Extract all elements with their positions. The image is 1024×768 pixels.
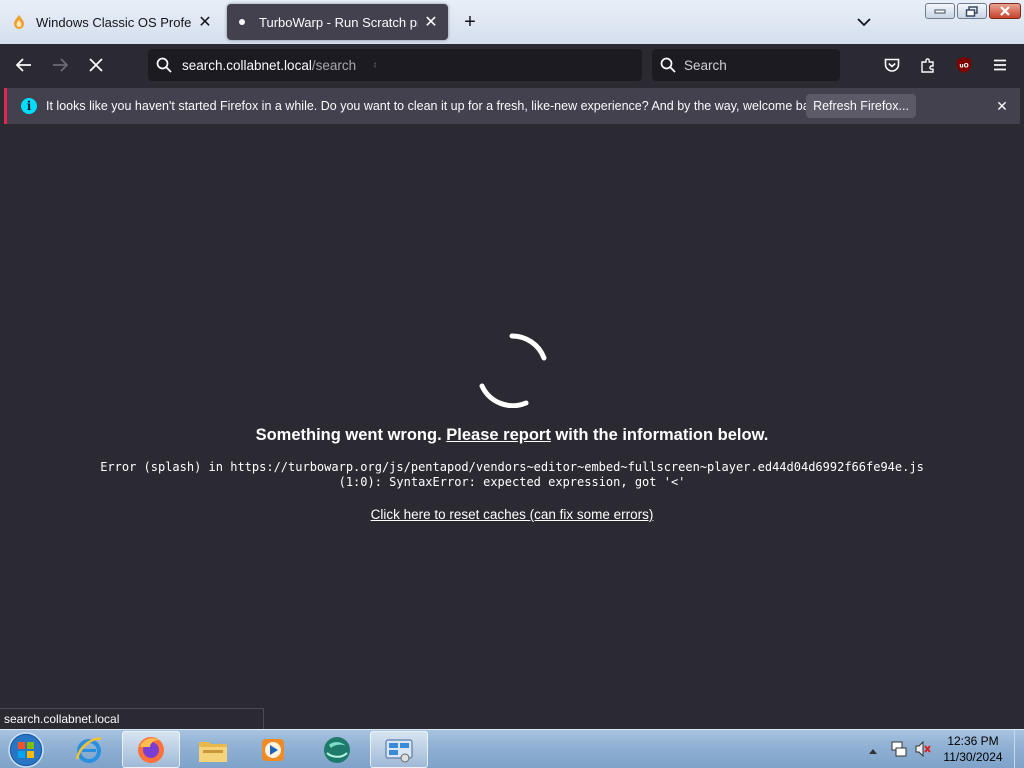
error-details: Error (splash) in https://turbowarp.org/… xyxy=(0,460,1024,490)
file-explorer-icon xyxy=(199,741,227,762)
close-window-button[interactable] xyxy=(989,3,1021,19)
taskbar-control-panel[interactable] xyxy=(370,731,428,768)
internet-explorer-icon xyxy=(75,736,102,763)
taskbar-firefox[interactable] xyxy=(122,731,180,768)
arrow-right-icon xyxy=(53,58,68,72)
firefox-icon xyxy=(138,736,164,763)
refresh-firefox-button[interactable]: Refresh Firefox... xyxy=(806,94,916,118)
restore-icon xyxy=(965,5,978,17)
network-tray-button[interactable] xyxy=(890,740,908,758)
url-host: search.collabnet.local xyxy=(182,57,312,73)
ublock-origin-button[interactable]: uO xyxy=(952,53,976,77)
close-icon xyxy=(1000,6,1010,16)
reset-caches-link[interactable]: Click here to reset caches (can fix some… xyxy=(0,507,1024,522)
search-bar[interactable]: Search xyxy=(652,49,840,81)
error-title: Something went wrong. Please report with… xyxy=(0,426,1024,445)
tab-windows-classic[interactable]: Windows Classic OS Profession ✕ xyxy=(4,4,222,40)
url-text: search.collabnet.local/search xyxy=(182,58,356,73)
hamburger-menu-icon xyxy=(994,59,1006,71)
close-notification-icon[interactable]: ✕ xyxy=(992,96,1012,116)
search-icon xyxy=(156,57,172,73)
menu-button[interactable] xyxy=(988,53,1012,77)
error-title-suffix: with the information below. xyxy=(555,426,769,444)
browser-globe-icon xyxy=(324,736,350,763)
chevron-down-icon xyxy=(857,17,871,26)
puzzle-piece-icon xyxy=(921,58,934,73)
ublock-origin-icon: uO xyxy=(957,57,971,73)
tab-title: Windows Classic OS Profession xyxy=(36,14,192,30)
network-icon xyxy=(891,741,907,757)
clock-date: 11/30/2024 xyxy=(943,750,1003,764)
error-detail-line: (1:0): SyntaxError: expected expression,… xyxy=(338,475,686,489)
status-panel: search.collabnet.local xyxy=(0,708,264,729)
control-panel-icon xyxy=(385,738,413,762)
forward-button[interactable] xyxy=(46,51,74,79)
taskbar-internet-explorer[interactable] xyxy=(60,731,118,768)
clock-time: 12:36 PM xyxy=(947,734,999,748)
chevron-up-icon xyxy=(869,749,877,754)
taskbar-browser[interactable] xyxy=(308,731,366,768)
arrow-left-icon xyxy=(16,58,31,72)
reset-caches-text: Click here to reset caches (can fix some… xyxy=(370,507,654,522)
navigation-toolbar: search.collabnet.local/search Search uO xyxy=(0,44,1024,86)
start-button[interactable] xyxy=(4,731,48,768)
close-tab-icon[interactable]: ✕ xyxy=(422,13,440,31)
pocket-button[interactable] xyxy=(880,53,904,77)
extensions-button[interactable] xyxy=(916,53,940,77)
loading-spinner-icon xyxy=(479,333,547,408)
back-button[interactable] xyxy=(10,51,38,79)
url-path: /search xyxy=(311,57,357,73)
taskbar-media-player[interactable] xyxy=(244,731,302,768)
taskbar: 12:36 PM 11/30/2024 xyxy=(0,729,1024,768)
turbowarp-favicon xyxy=(235,15,249,29)
list-all-tabs-button[interactable] xyxy=(852,10,876,34)
tab-turbowarp[interactable]: TurboWarp - Run Scratch proje ✕ xyxy=(227,4,448,40)
show-desktop-button[interactable] xyxy=(1014,730,1024,768)
minimize-button[interactable] xyxy=(925,3,955,19)
page-content: Something went wrong. Please report with… xyxy=(0,126,1024,728)
svg-text:uO: uO xyxy=(959,63,968,70)
notification-message: It looks like you haven't started Firefo… xyxy=(46,99,826,113)
pocket-icon xyxy=(884,58,900,72)
new-tab-button[interactable]: + xyxy=(458,10,482,34)
info-icon: i xyxy=(21,98,37,114)
stop-icon xyxy=(89,58,103,72)
search-placeholder: Search xyxy=(684,57,727,73)
stop-button[interactable] xyxy=(82,51,110,79)
address-bar[interactable]: search.collabnet.local/search xyxy=(148,49,642,81)
tab-title: TurboWarp - Run Scratch proje xyxy=(259,14,418,30)
close-tab-icon[interactable]: ✕ xyxy=(196,13,214,31)
taskbar-clock[interactable]: 12:36 PM 11/30/2024 xyxy=(940,733,1006,765)
media-player-icon xyxy=(262,738,284,761)
taskbar-file-explorer[interactable] xyxy=(184,731,242,768)
volume-tray-button[interactable] xyxy=(914,740,932,758)
please-report-link[interactable]: Please report xyxy=(446,426,551,444)
windows-classic-favicon xyxy=(12,15,26,29)
text-cursor-icon xyxy=(374,62,376,68)
maximize-button[interactable] xyxy=(957,3,987,19)
windows-start-orb-icon xyxy=(8,732,44,768)
speaker-muted-icon xyxy=(915,740,931,758)
error-title-prefix: Something went wrong. xyxy=(255,426,442,444)
minimize-icon xyxy=(934,9,946,14)
show-hidden-icons-button[interactable] xyxy=(868,742,880,756)
tab-strip: Windows Classic OS Profession ✕ TurboWar… xyxy=(0,0,1024,44)
window-controls xyxy=(925,3,1021,19)
error-detail-line: Error (splash) in https://turbowarp.org/… xyxy=(100,460,924,474)
search-icon xyxy=(660,57,676,73)
refresh-firefox-notification: i It looks like you haven't started Fire… xyxy=(4,88,1020,124)
